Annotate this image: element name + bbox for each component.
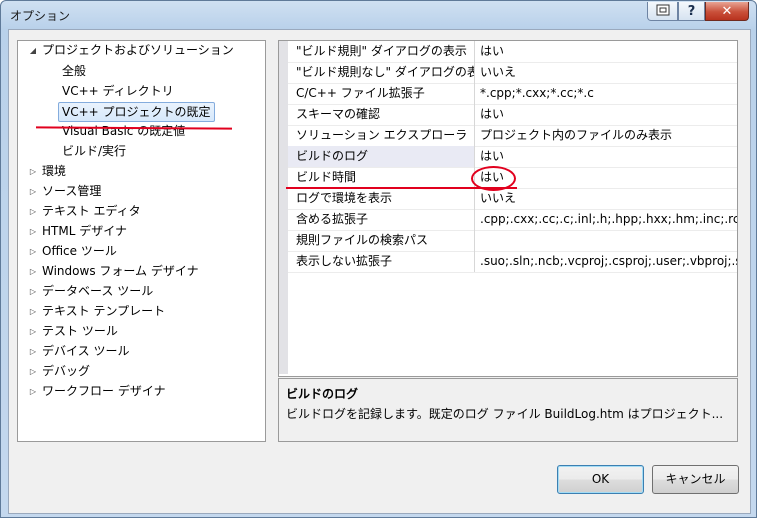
close-icon: ✕ xyxy=(721,3,733,19)
property-row-selected[interactable]: ビルドのログ はい xyxy=(288,146,737,168)
expand-arrow-icon[interactable]: ▷ xyxy=(28,282,38,301)
title-bar[interactable]: オプション ? ✕ xyxy=(1,1,756,29)
expand-arrow-icon[interactable]: ▷ xyxy=(28,262,38,281)
tree-item-build-run[interactable]: ビルド/実行 xyxy=(62,142,126,161)
expand-arrow-icon[interactable]: ▷ xyxy=(28,362,38,381)
grid-margin xyxy=(279,41,288,374)
expand-arrow-icon[interactable]: ▷ xyxy=(28,222,38,241)
ok-button[interactable]: OK xyxy=(557,465,644,494)
description-text: ビルドログを記録します。既定のログ ファイル BuildLog.htm はプロジ… xyxy=(286,407,724,421)
expand-arrow-icon[interactable]: ▷ xyxy=(28,202,38,221)
expand-arrow-icon[interactable]: ▷ xyxy=(28,322,38,341)
expand-arrow-icon[interactable]: ▷ xyxy=(28,302,38,321)
property-grid[interactable]: "ビルド規則" ダイアログの表示 はい "ビルド規則なし" ダイアログの表示 い… xyxy=(278,40,738,377)
property-row[interactable]: C/C++ ファイル拡張子 *.cpp;*.cxx;*.cc;*.c xyxy=(288,83,737,105)
property-row[interactable]: "ビルド規則" ダイアログの表示 はい xyxy=(288,41,737,63)
options-dialog: オプション ? ✕ ◢ プロジェクトおよびソリューション 全般 VC++ ディレ… xyxy=(0,0,757,518)
help-page-icon xyxy=(656,4,670,19)
tree-item-vc-project-defaults[interactable]: VC++ プロジェクトの既定 xyxy=(58,102,215,122)
dialog-client-area: ◢ プロジェクトおよびソリューション 全般 VC++ ディレクトリ VC++ プ… xyxy=(8,29,751,514)
window-title: オプション xyxy=(10,9,71,23)
property-row[interactable]: ログで環境を表示 いいえ xyxy=(288,188,737,210)
expand-arrow-icon[interactable]: ▷ xyxy=(28,382,38,401)
property-row[interactable]: "ビルド規則なし" ダイアログの表示 いいえ xyxy=(288,62,737,84)
expand-arrow-icon[interactable]: ▷ xyxy=(28,242,38,261)
description-title: ビルドのログ xyxy=(286,387,359,401)
question-icon: ? xyxy=(687,3,696,19)
annotation-circle xyxy=(471,166,516,191)
property-row[interactable]: 規則ファイルの検索パス xyxy=(288,230,737,252)
close-button[interactable]: ✕ xyxy=(705,2,749,21)
property-row[interactable]: ソリューション エクスプローラ プロジェクト内のファイルのみ表示 xyxy=(288,125,737,147)
cancel-button[interactable]: キャンセル xyxy=(652,465,739,494)
expand-arrow-icon[interactable]: ▷ xyxy=(28,182,38,201)
property-row[interactable]: 含める拡張子 .cpp;.cxx;.cc;.c;.inl;.h;.hpp;.hx… xyxy=(288,209,737,231)
tree-item-vb-defaults[interactable]: Visual Basic の既定値 xyxy=(62,122,185,141)
expand-arrow-icon[interactable]: ▷ xyxy=(28,342,38,361)
context-help-button[interactable] xyxy=(647,2,678,21)
property-row[interactable]: 表示しない拡張子 .suo;.sln;.ncb;.vcproj;.csproj;… xyxy=(288,251,737,273)
options-tree[interactable]: ◢ プロジェクトおよびソリューション 全般 VC++ ディレクトリ VC++ プ… xyxy=(17,40,266,442)
expand-arrow-icon[interactable]: ▷ xyxy=(28,162,38,181)
property-description-panel: ビルドのログ ビルドログを記録します。既定のログ ファイル BuildLog.h… xyxy=(278,378,738,442)
property-row[interactable]: スキーマの確認 はい xyxy=(288,104,737,126)
tree-item-vc-directories[interactable]: VC++ ディレクトリ xyxy=(62,82,174,101)
collapse-arrow-icon[interactable]: ◢ xyxy=(28,41,38,60)
help-button[interactable]: ? xyxy=(678,2,705,21)
tree-item-general[interactable]: 全般 xyxy=(62,62,86,81)
